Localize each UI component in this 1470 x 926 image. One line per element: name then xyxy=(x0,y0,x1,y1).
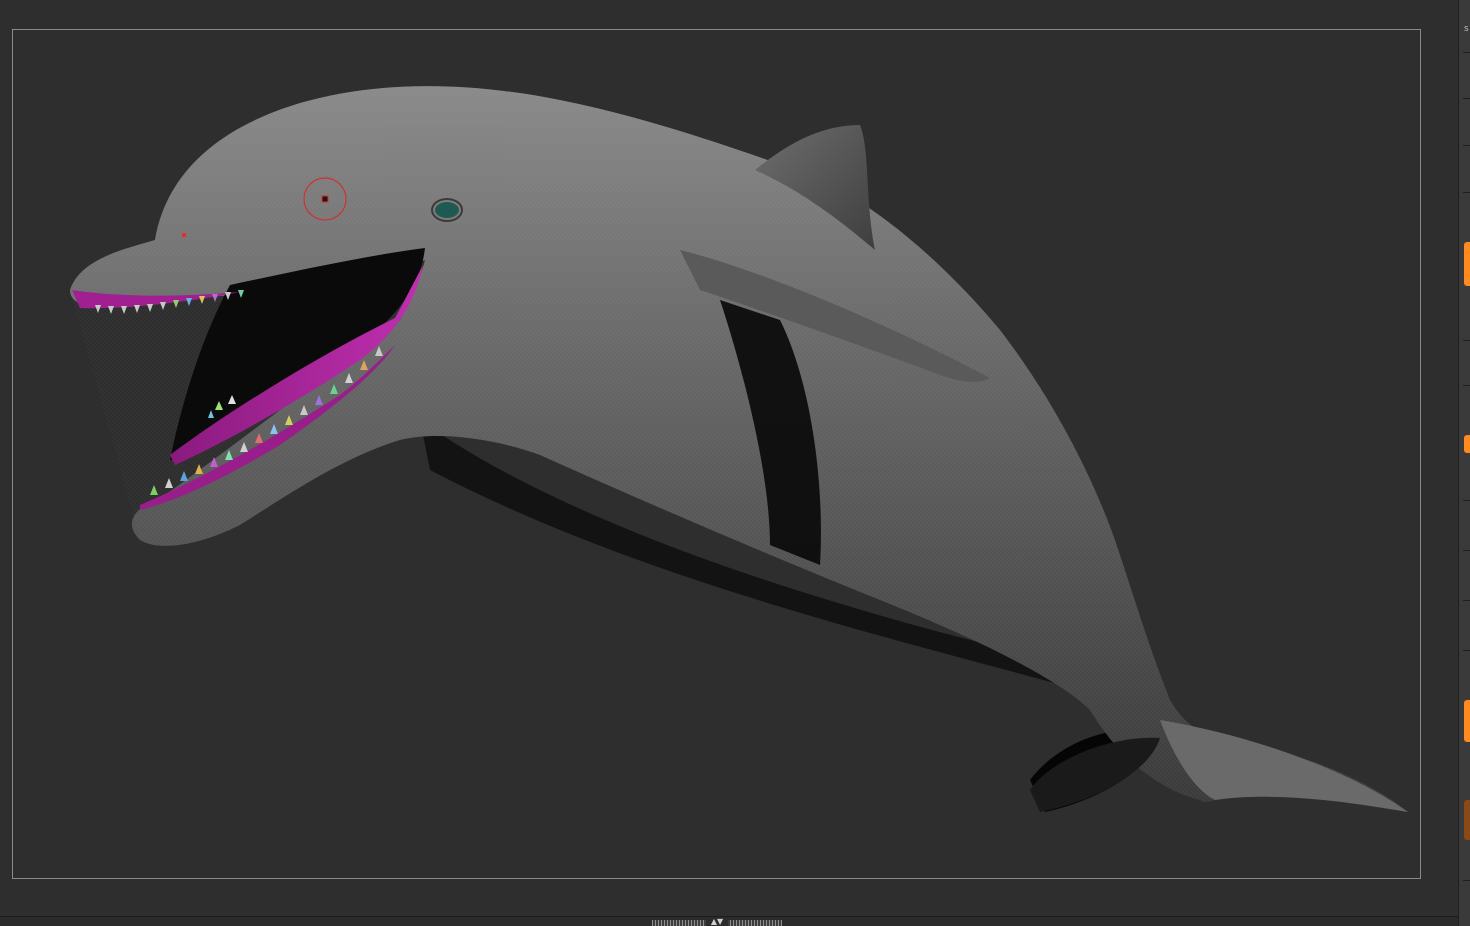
strip-divider xyxy=(1463,52,1470,53)
brush-secondary-point xyxy=(182,233,186,237)
strip-divider xyxy=(1463,880,1470,881)
strip-divider xyxy=(1463,340,1470,341)
dolphin-eye xyxy=(435,202,459,218)
strip-divider xyxy=(1463,385,1470,386)
double-arrow-icon[interactable]: ▲▼ xyxy=(706,917,728,926)
strip-divider xyxy=(1463,650,1470,651)
strip-divider xyxy=(1463,192,1470,193)
strip-tab[interactable] xyxy=(1464,700,1470,742)
strip-divider xyxy=(1463,550,1470,551)
strip-tab[interactable] xyxy=(1464,435,1470,453)
strip-divider xyxy=(1463,145,1470,146)
strip-label: s xyxy=(1464,24,1469,34)
strip-divider xyxy=(1463,500,1470,501)
zbrush-app: s ▲▼ xyxy=(0,0,1470,926)
strip-tab-active[interactable] xyxy=(1464,242,1470,286)
strip-tab-muted[interactable] xyxy=(1464,800,1470,840)
tail-lower-fluke xyxy=(1030,737,1160,812)
strip-divider xyxy=(1463,98,1470,99)
brush-center xyxy=(321,195,329,203)
strip-divider xyxy=(1463,600,1470,601)
document-viewport[interactable] xyxy=(0,0,1458,916)
dolphin-model[interactable] xyxy=(0,0,1458,916)
right-tool-strip[interactable]: s xyxy=(1458,0,1470,926)
